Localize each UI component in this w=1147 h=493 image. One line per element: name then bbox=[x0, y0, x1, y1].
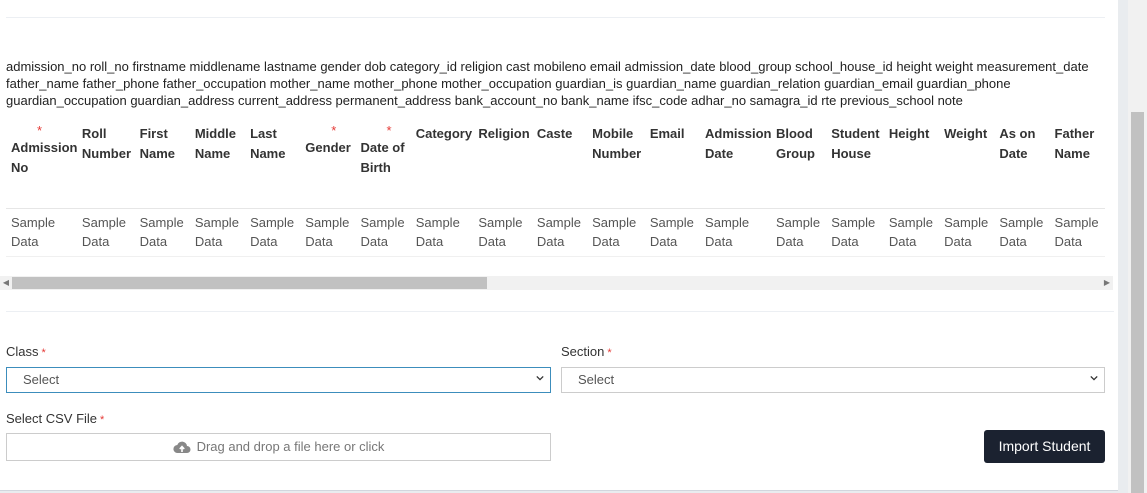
table-cell: Sample Data bbox=[76, 208, 135, 257]
csv-file-label: Select CSV File * bbox=[6, 411, 104, 426]
required-mark: * bbox=[331, 123, 337, 138]
required-mark: * bbox=[37, 123, 43, 138]
column-header-label: Roll Number bbox=[81, 126, 132, 161]
column-header: * Gender bbox=[300, 118, 356, 209]
column-header: * Date of Birth bbox=[355, 118, 411, 209]
column-header-label: Admission Date bbox=[705, 126, 772, 161]
vertical-scroll-thumb[interactable] bbox=[1131, 112, 1144, 493]
column-header: Admission Date bbox=[700, 118, 772, 209]
table-cell: Sample Data bbox=[410, 208, 474, 257]
class-label-text: Class bbox=[6, 344, 39, 359]
table-cell: Sample Data bbox=[531, 208, 588, 257]
scroll-right-arrow-icon[interactable]: ▶ bbox=[1101, 276, 1113, 290]
csv-file-label-text: Select CSV File bbox=[6, 411, 98, 426]
divider bbox=[6, 311, 1114, 312]
section-select[interactable]: Select bbox=[561, 367, 1105, 393]
column-header: Mobile Number bbox=[587, 118, 645, 209]
column-header: * Admission No bbox=[6, 118, 78, 209]
table-cell: Sample Data bbox=[355, 208, 411, 257]
table-cell: Sample Data bbox=[994, 208, 1050, 257]
import-panel: admission_no roll_no firstname middlenam… bbox=[0, 0, 1118, 491]
table-cell: Sample Data bbox=[6, 208, 77, 257]
table-cell: Sample Data bbox=[189, 208, 246, 257]
table-cell: Sample Data bbox=[770, 208, 827, 257]
table-header-row: * Admission No Roll Number First Name Middle… bbox=[6, 118, 1105, 209]
file-dropzone[interactable]: Drag and drop a file here or click bbox=[6, 433, 551, 461]
class-label: Class * bbox=[6, 344, 46, 359]
column-header-label: Gender bbox=[305, 140, 351, 155]
divider bbox=[6, 17, 1105, 18]
column-header-label: Date of Birth bbox=[360, 140, 405, 175]
scroll-left-arrow-icon[interactable]: ◀ bbox=[0, 276, 12, 290]
column-header: Weight bbox=[939, 118, 995, 209]
table-cell: Sample Data bbox=[300, 208, 356, 257]
column-header-label: Middle Name bbox=[194, 126, 237, 161]
table-cell: Sample Data bbox=[644, 208, 701, 257]
column-header-label: Blood Group bbox=[775, 126, 815, 161]
column-header-label: Mobile Number bbox=[592, 126, 642, 161]
column-header-label: Caste bbox=[536, 126, 573, 141]
column-header: Blood Group bbox=[770, 118, 827, 209]
table-cell: Sample Data bbox=[939, 208, 995, 257]
chevron-down-icon bbox=[1090, 375, 1098, 381]
column-header-label: First Name bbox=[139, 126, 176, 161]
sample-table-container: * Admission No Roll Number First Name Middle… bbox=[6, 118, 1105, 258]
column-header: Roll Number bbox=[76, 118, 135, 209]
table-cell: Sample Data bbox=[700, 208, 771, 257]
column-header: Father Name bbox=[1049, 118, 1105, 209]
column-header: Caste bbox=[531, 118, 588, 209]
required-mark: * bbox=[607, 347, 612, 359]
table-cell: Sample Data bbox=[134, 208, 190, 257]
import-student-button[interactable]: Import Student bbox=[984, 430, 1105, 463]
column-header: Religion bbox=[473, 118, 532, 209]
table-cell: Sample Data bbox=[883, 208, 940, 257]
class-select-value: Select bbox=[23, 372, 60, 387]
dropzone-text: Drag and drop a file here or click bbox=[196, 439, 385, 454]
column-header: First Name bbox=[134, 118, 190, 209]
cloud-upload-icon bbox=[172, 441, 191, 454]
class-select[interactable]: Select bbox=[6, 367, 551, 393]
column-header-label: Last Name bbox=[250, 126, 286, 161]
column-header: Middle Name bbox=[189, 118, 246, 209]
column-header-label: Admission No bbox=[11, 140, 78, 175]
required-mark: * bbox=[386, 123, 392, 138]
section-select-value: Select bbox=[578, 372, 615, 387]
column-header-label: Religion bbox=[478, 126, 530, 141]
column-header: Student House bbox=[826, 118, 884, 209]
column-header-label: Father Name bbox=[1054, 126, 1095, 161]
section-label-text: Section bbox=[561, 344, 605, 359]
table-row: Sample Data Sample Data Sample Data Sample … bbox=[6, 208, 1105, 257]
chevron-down-icon bbox=[536, 375, 544, 381]
required-mark: * bbox=[100, 414, 105, 426]
table-cell: Sample Data bbox=[826, 208, 884, 257]
horizontal-scroll-thumb[interactable] bbox=[12, 277, 487, 289]
horizontal-scrollbar[interactable]: ◀ ▶ bbox=[0, 276, 1113, 290]
sample-table: * Admission No Roll Number First Name Middle… bbox=[6, 118, 1105, 257]
required-mark: * bbox=[41, 347, 46, 359]
column-header-label: Height bbox=[888, 126, 930, 141]
table-cell: Sample Data bbox=[473, 208, 532, 257]
column-header-label: Student House bbox=[831, 126, 880, 161]
column-header: Height bbox=[883, 118, 940, 209]
column-header-label: Email bbox=[649, 126, 685, 141]
column-header-label: As on Date bbox=[999, 126, 1036, 161]
table-cell: Sample Data bbox=[245, 208, 301, 257]
column-header: Email bbox=[644, 118, 701, 209]
column-header: Last Name bbox=[245, 118, 301, 209]
column-header-label: Category bbox=[415, 126, 473, 141]
column-header-label: Weight bbox=[944, 126, 988, 141]
section-label: Section * bbox=[561, 344, 612, 359]
table-cell: Sample Data bbox=[1049, 208, 1105, 257]
csv-fields-list: admission_no roll_no firstname middlenam… bbox=[6, 59, 1089, 109]
table-cell: Sample Data bbox=[587, 208, 645, 257]
column-header: As on Date bbox=[994, 118, 1050, 209]
column-header: Category bbox=[410, 118, 474, 209]
